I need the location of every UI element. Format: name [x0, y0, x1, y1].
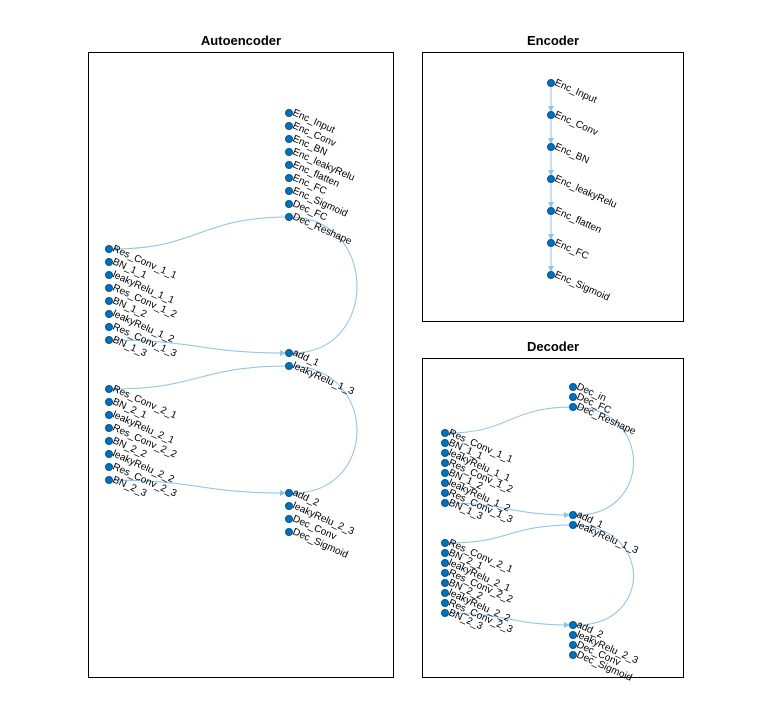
panel-title-encoder: Encoder	[423, 33, 683, 48]
edge	[113, 217, 289, 249]
node-label: Enc_Sigmoid	[553, 269, 611, 303]
panel-encoder: EncoderEnc_InputEnc_ConvEnc_BNEnc_leakyR…	[422, 52, 684, 322]
edge	[449, 407, 573, 433]
node-label: Enc_FC	[553, 237, 590, 262]
node-label: Enc_Input	[553, 77, 599, 105]
edge	[449, 525, 573, 543]
edge	[113, 366, 289, 389]
node-label: leakyRelu_1_3	[291, 360, 356, 397]
node-label: Enc_leakyRelu	[553, 173, 618, 210]
node-label: Enc_Conv	[553, 109, 600, 138]
node-label: leakyRelu_1_3	[575, 519, 640, 556]
panel-title-autoencoder: Autoencoder	[89, 33, 393, 48]
node-label: Enc_BN	[553, 141, 591, 166]
node-label: Enc_flatten	[553, 205, 603, 235]
panel-decoder: DecoderDec_inDec_FCDec_ReshapeRes_Conv_1…	[422, 358, 684, 678]
panel-title-decoder: Decoder	[423, 339, 683, 354]
panel-autoencoder: AutoencoderEnc_InputEnc_ConvEnc_BNEnc_le…	[88, 52, 394, 678]
